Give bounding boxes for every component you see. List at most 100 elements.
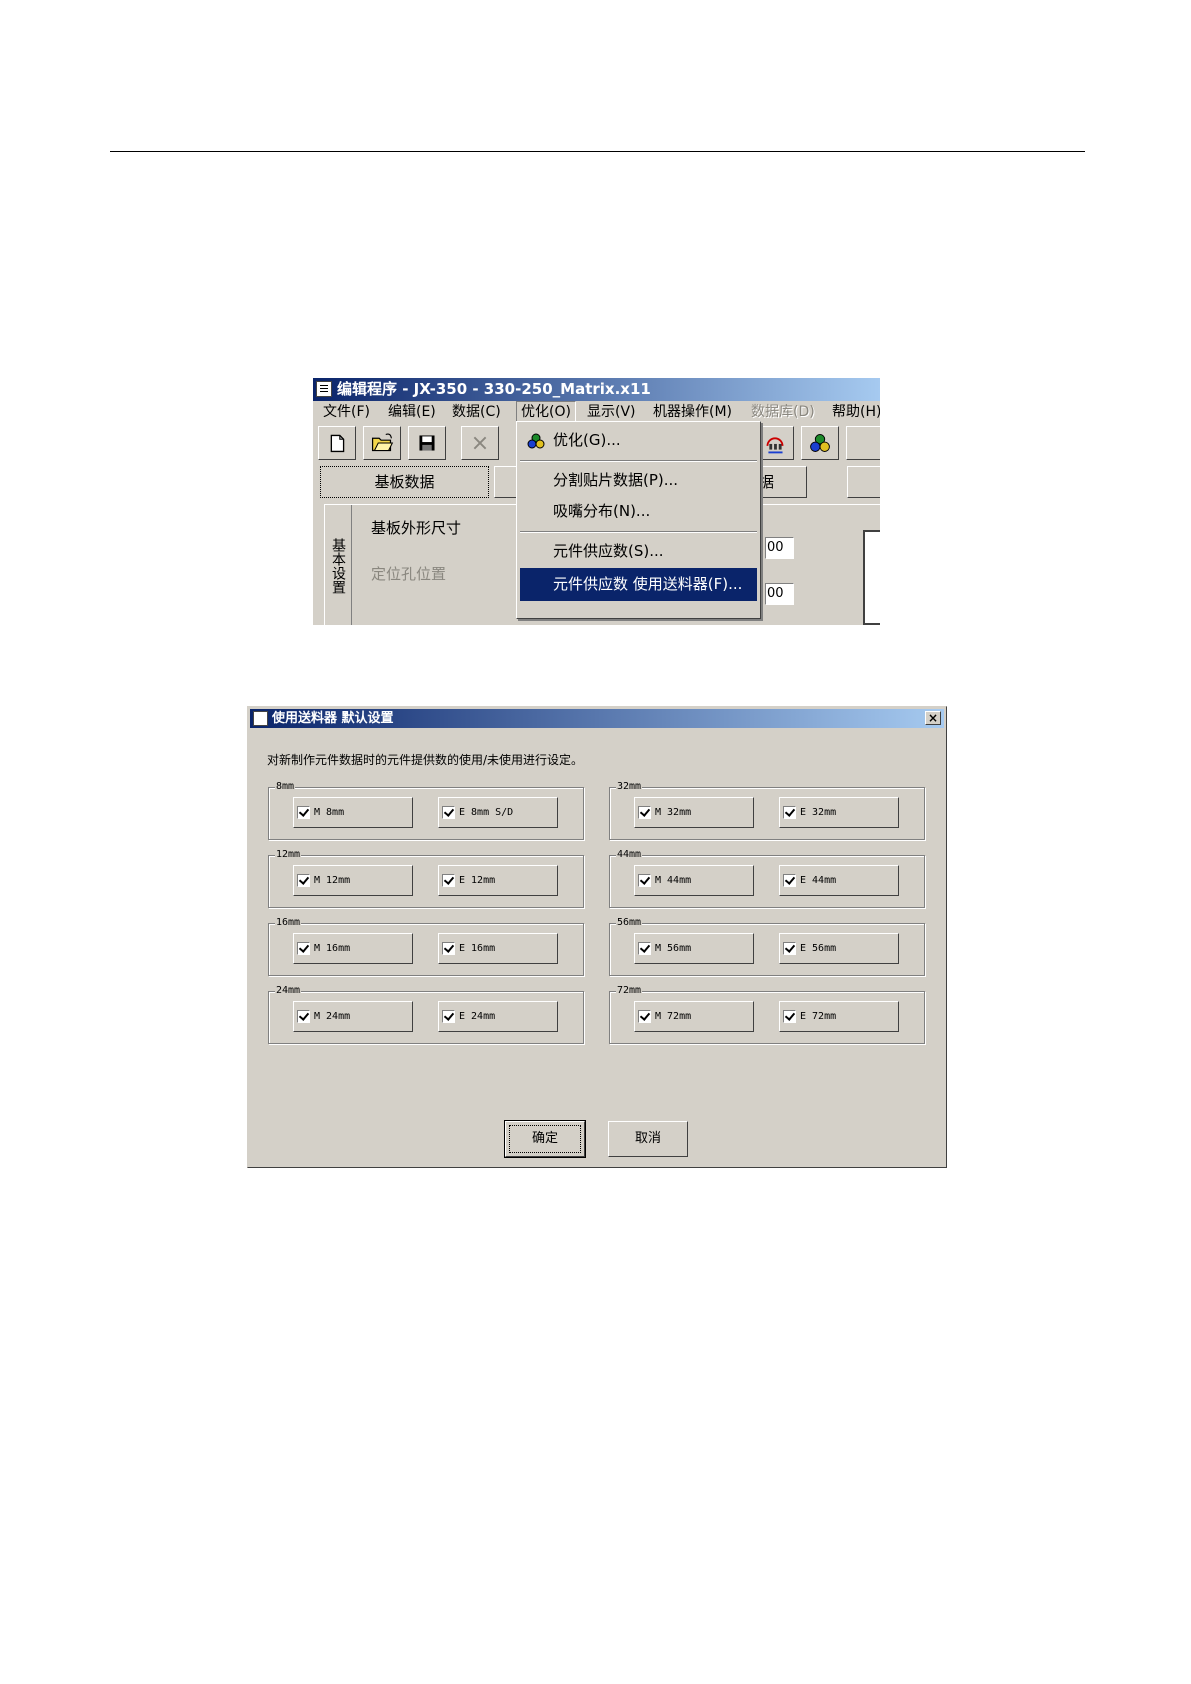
menu-item-nozzle-distribution[interactable]: 吸嘴分布(N)... — [520, 495, 757, 528]
checkbox-checked-icon — [442, 1010, 455, 1023]
group-label: 32mm — [616, 780, 643, 794]
menu-optimize[interactable]: 优化(O) — [516, 401, 576, 423]
menu-edit[interactable]: 编辑(E) — [388, 401, 436, 423]
checkbox-checked-icon — [783, 1010, 796, 1023]
checkbox-e-24mm[interactable]: E 24mm — [438, 1001, 558, 1032]
checkbox-label: E 32mm — [800, 807, 837, 818]
checkbox-checked-icon — [442, 806, 455, 819]
checkbox-label: E 56mm — [800, 943, 837, 954]
checkbox-label: M 8mm — [314, 807, 345, 818]
menu-file[interactable]: 文件(F) — [323, 401, 370, 423]
menu-view[interactable]: 显示(V) — [587, 401, 636, 423]
group-label: 16mm — [275, 916, 302, 930]
group-44mm: 44mm M 44mm E 44mm — [609, 848, 925, 908]
new-button[interactable] — [318, 426, 356, 460]
checkbox-m-16mm[interactable]: M 16mm — [293, 933, 413, 964]
checkbox-label: M 12mm — [314, 875, 351, 886]
optimize-icon — [527, 433, 545, 449]
save-button[interactable] — [408, 426, 446, 460]
menu-database[interactable]: 数据库(D) — [751, 401, 815, 423]
group-label: 12mm — [275, 848, 302, 862]
group-label: 72mm — [616, 984, 643, 998]
checkbox-m-24mm[interactable]: M 24mm — [293, 1001, 413, 1032]
tab-next[interactable] — [847, 466, 880, 498]
menu-item-label: 优化(G)... — [553, 431, 621, 449]
checkbox-label: E 24mm — [459, 1011, 496, 1022]
checkbox-m-8mm[interactable]: M 8mm — [293, 797, 413, 828]
menu-help[interactable]: 帮助(H) — [832, 401, 880, 423]
checkbox-e-44mm[interactable]: E 44mm — [779, 865, 899, 896]
checkbox-e-12mm[interactable]: E 12mm — [438, 865, 558, 896]
group-12mm: 12mm M 12mm E 12mm — [268, 848, 584, 908]
nozzle-head-icon — [766, 437, 784, 454]
board-outline-field[interactable]: 00 — [765, 537, 794, 559]
editor-window-screenshot: 编辑程序 - JX-350 - 330-250_Matrix.x11 文件(F)… — [313, 378, 880, 625]
checkbox-label: M 16mm — [314, 943, 351, 954]
checkbox-m-44mm[interactable]: M 44mm — [634, 865, 754, 896]
checkbox-label: M 56mm — [655, 943, 692, 954]
tab-board-data[interactable]: 基板数据 — [320, 466, 489, 498]
menu-item-supply-count-feeder[interactable]: 元件供应数 使用送料器(F)... — [520, 568, 757, 601]
optimize-menu: 优化(G)... 分割贴片数据(P)... 吸嘴分布(N)... 元件供应数(S… — [516, 421, 761, 619]
delete-button[interactable] — [461, 426, 499, 460]
title-bar: 编辑程序 - JX-350 - 330-250_Matrix.x11 — [313, 378, 880, 401]
close-button[interactable]: × — [925, 711, 941, 725]
menu-item-supply-count[interactable]: 元件供应数(S)... — [520, 535, 757, 568]
board-outline-label: 基板外形尺寸 — [371, 519, 462, 537]
checkbox-label: M 24mm — [314, 1011, 351, 1022]
open-button[interactable] — [363, 426, 401, 460]
new-file-icon — [330, 434, 345, 453]
window-title: 编辑程序 - JX-350 - 330-250_Matrix.x11 — [337, 380, 651, 398]
dialog-description: 对新制作元件数据时的元件提供数的使用/未使用进行设定。 — [267, 753, 584, 767]
checkbox-checked-icon — [783, 806, 796, 819]
checkbox-checked-icon — [442, 874, 455, 887]
locating-hole-field[interactable]: 00 — [765, 583, 794, 605]
menu-machine[interactable]: 机器操作(M) — [653, 401, 732, 423]
group-32mm: 32mm M 32mm E 32mm — [609, 780, 925, 840]
focus-rectangle — [509, 1125, 581, 1153]
ok-button[interactable]: 确定 — [504, 1120, 586, 1158]
checkbox-label: M 44mm — [655, 875, 692, 886]
checkbox-e-32mm[interactable]: E 32mm — [779, 797, 899, 828]
locating-hole-label: 定位孔位置 — [371, 565, 447, 583]
checkbox-checked-icon — [783, 874, 796, 887]
app-icon — [253, 711, 268, 726]
checkbox-m-56mm[interactable]: M 56mm — [634, 933, 754, 964]
checkbox-m-32mm[interactable]: M 32mm — [634, 797, 754, 828]
group-label: 56mm — [616, 916, 643, 930]
side-tab-basic-settings[interactable]: 基本设置 — [325, 505, 352, 625]
checkbox-label: E 72mm — [800, 1011, 837, 1022]
app-icon — [316, 381, 332, 397]
menu-item-optimize[interactable]: 优化(G)... — [520, 424, 757, 457]
checkbox-checked-icon — [638, 942, 651, 955]
cancel-button[interactable]: 取消 — [608, 1121, 688, 1157]
group-label: 24mm — [275, 984, 302, 998]
optimize-icon — [810, 434, 830, 452]
checkbox-checked-icon — [638, 806, 651, 819]
menu-data[interactable]: 数据(C) — [452, 401, 501, 423]
group-label: 44mm — [616, 848, 643, 862]
checkbox-m-72mm[interactable]: M 72mm — [634, 1001, 754, 1032]
checkbox-e-16mm[interactable]: E 16mm — [438, 933, 558, 964]
group-72mm: 72mm M 72mm E 72mm — [609, 984, 925, 1044]
menu-item-split-placement[interactable]: 分割贴片数据(P)... — [520, 464, 757, 497]
group-16mm: 16mm M 16mm E 16mm — [268, 916, 584, 976]
menu-item-label: 吸嘴分布(N)... — [553, 502, 651, 520]
feeder-default-settings-dialog: 使用送料器 默认设置 × 对新制作元件数据时的元件提供数的使用/未使用进行设定。… — [247, 706, 947, 1168]
checkbox-checked-icon — [297, 874, 310, 887]
checkbox-label: M 32mm — [655, 807, 692, 818]
group-label: 8mm — [275, 780, 296, 794]
save-disk-icon — [419, 435, 435, 451]
checkbox-label: M 72mm — [655, 1011, 692, 1022]
board-preview-frame — [863, 530, 880, 625]
menu-item-label: 分割贴片数据(P)... — [553, 471, 679, 489]
group-8mm: 8mm M 8mm E 8mm S/D — [268, 780, 584, 840]
checkbox-e-56mm[interactable]: E 56mm — [779, 933, 899, 964]
optimize-toolbar-button[interactable] — [801, 426, 839, 460]
checkbox-e-72mm[interactable]: E 72mm — [779, 1001, 899, 1032]
nozzle-button[interactable] — [756, 426, 794, 460]
checkbox-m-12mm[interactable]: M 12mm — [293, 865, 413, 896]
checkbox-checked-icon — [297, 942, 310, 955]
checkbox-e-8mm-sd[interactable]: E 8mm S/D — [438, 797, 558, 828]
toolbar-overflow-button[interactable] — [846, 426, 880, 460]
